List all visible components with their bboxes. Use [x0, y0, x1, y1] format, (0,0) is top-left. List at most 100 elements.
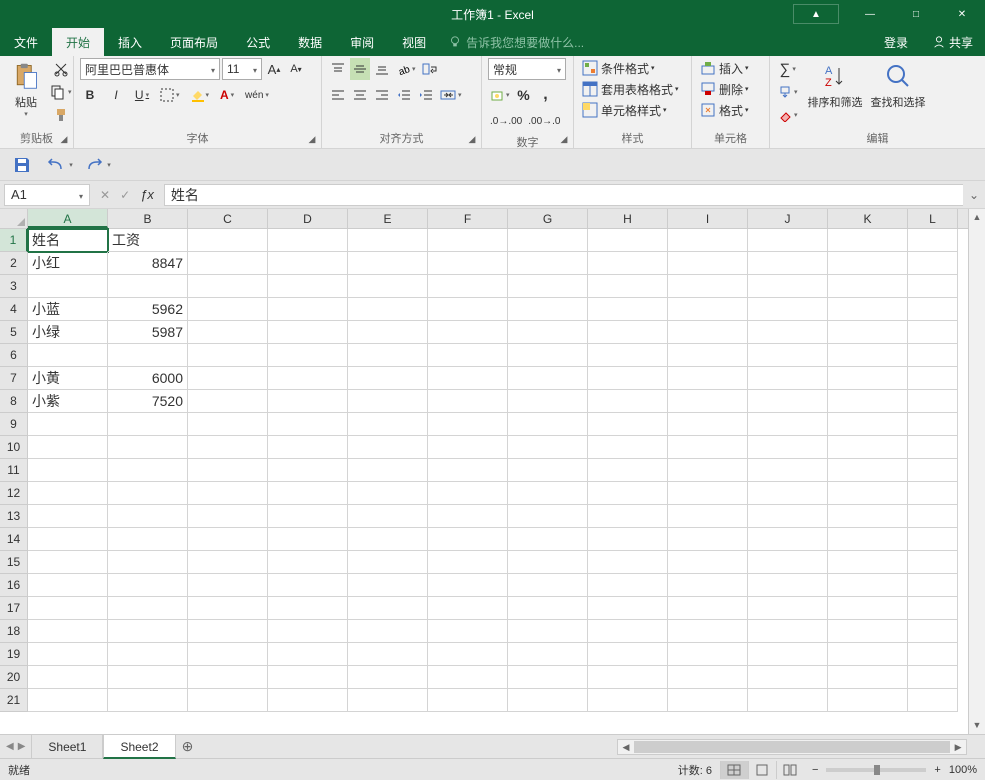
cell-J6[interactable] [748, 344, 828, 367]
sheet-tab-1[interactable]: Sheet1 [31, 735, 103, 759]
cell-A8[interactable]: 小紫 [28, 390, 108, 413]
cell-C3[interactable] [188, 275, 268, 298]
col-header-H[interactable]: H [588, 209, 668, 228]
cell-H5[interactable] [588, 321, 668, 344]
cell-J2[interactable] [748, 252, 828, 275]
cell-I12[interactable] [668, 482, 748, 505]
cell-I19[interactable] [668, 643, 748, 666]
cell-I2[interactable] [668, 252, 748, 275]
cell-F21[interactable] [428, 689, 508, 712]
shrink-font-button[interactable]: A▾ [286, 58, 306, 80]
cell-H3[interactable] [588, 275, 668, 298]
cell-L20[interactable] [908, 666, 958, 689]
percent-button[interactable]: % [514, 84, 534, 106]
cell-K9[interactable] [828, 413, 908, 436]
col-header-D[interactable]: D [268, 209, 348, 228]
cell-A19[interactable] [28, 643, 108, 666]
cell-K13[interactable] [828, 505, 908, 528]
cell-B21[interactable] [108, 689, 188, 712]
cell-L11[interactable] [908, 459, 958, 482]
align-top-button[interactable] [328, 58, 348, 80]
cell-E18[interactable] [348, 620, 428, 643]
cell-A21[interactable] [28, 689, 108, 712]
cell-E3[interactable] [348, 275, 428, 298]
cell-C21[interactable] [188, 689, 268, 712]
wrap-text-button[interactable] [420, 58, 440, 80]
cell-B6[interactable] [108, 344, 188, 367]
font-name-input[interactable]: 阿里巴巴普惠体 [80, 58, 220, 80]
align-bottom-button[interactable] [372, 58, 392, 80]
cell-J15[interactable] [748, 551, 828, 574]
cell-B5[interactable]: 5987 [108, 321, 188, 344]
row-header-3[interactable]: 3 [0, 275, 28, 298]
cell-C7[interactable] [188, 367, 268, 390]
cell-D1[interactable] [268, 229, 348, 252]
cell-H9[interactable] [588, 413, 668, 436]
cell-E10[interactable] [348, 436, 428, 459]
row-header-12[interactable]: 12 [0, 482, 28, 505]
cell-I1[interactable] [668, 229, 748, 252]
font-color-button[interactable]: A [217, 84, 237, 106]
ribbon-display-icon[interactable]: ▲ [793, 4, 839, 24]
fill-color-button[interactable] [188, 84, 212, 106]
row-header-21[interactable]: 21 [0, 689, 28, 712]
cell-D13[interactable] [268, 505, 348, 528]
cell-I5[interactable] [668, 321, 748, 344]
cell-C16[interactable] [188, 574, 268, 597]
col-header-A[interactable]: A [28, 209, 108, 228]
col-header-J[interactable]: J [748, 209, 828, 228]
cell-D15[interactable] [268, 551, 348, 574]
cell-J8[interactable] [748, 390, 828, 413]
cell-I17[interactable] [668, 597, 748, 620]
cell-K20[interactable] [828, 666, 908, 689]
cell-B9[interactable] [108, 413, 188, 436]
cancel-formula-icon[interactable]: ✕ [100, 188, 110, 202]
cell-G2[interactable] [508, 252, 588, 275]
view-page-break-button[interactable] [776, 761, 804, 779]
cell-L3[interactable] [908, 275, 958, 298]
merge-button[interactable] [438, 84, 464, 106]
align-left-button[interactable] [328, 84, 348, 106]
row-header-10[interactable]: 10 [0, 436, 28, 459]
tab-data[interactable]: 数据 [284, 28, 336, 56]
col-header-G[interactable]: G [508, 209, 588, 228]
cell-L7[interactable] [908, 367, 958, 390]
cell-L4[interactable] [908, 298, 958, 321]
cell-J7[interactable] [748, 367, 828, 390]
cell-A12[interactable] [28, 482, 108, 505]
cell-C1[interactable] [188, 229, 268, 252]
cell-H1[interactable] [588, 229, 668, 252]
cell-style-button[interactable]: 单元格样式▾ [580, 100, 669, 120]
cell-K6[interactable] [828, 344, 908, 367]
cell-L21[interactable] [908, 689, 958, 712]
cell-L2[interactable] [908, 252, 958, 275]
cell-A16[interactable] [28, 574, 108, 597]
cell-L18[interactable] [908, 620, 958, 643]
cell-F5[interactable] [428, 321, 508, 344]
name-box[interactable]: A1 [4, 184, 90, 206]
col-header-E[interactable]: E [348, 209, 428, 228]
cell-C11[interactable] [188, 459, 268, 482]
cell-L12[interactable] [908, 482, 958, 505]
cell-J12[interactable] [748, 482, 828, 505]
cell-F11[interactable] [428, 459, 508, 482]
cut-button[interactable] [48, 58, 74, 80]
format-cells-button[interactable]: 格式▾ [698, 100, 751, 120]
bold-button[interactable]: B [80, 84, 100, 106]
cell-G14[interactable] [508, 528, 588, 551]
col-header-L[interactable]: L [908, 209, 958, 228]
cell-A11[interactable] [28, 459, 108, 482]
cell-J21[interactable] [748, 689, 828, 712]
cell-C15[interactable] [188, 551, 268, 574]
cell-C14[interactable] [188, 528, 268, 551]
cell-A7[interactable]: 小黄 [28, 367, 108, 390]
cell-H8[interactable] [588, 390, 668, 413]
format-painter-button[interactable] [48, 104, 74, 126]
cell-G18[interactable] [508, 620, 588, 643]
row-header-15[interactable]: 15 [0, 551, 28, 574]
cell-F18[interactable] [428, 620, 508, 643]
cell-K16[interactable] [828, 574, 908, 597]
paste-button[interactable]: 粘贴 ▾ [6, 58, 46, 120]
cell-D9[interactable] [268, 413, 348, 436]
cell-B19[interactable] [108, 643, 188, 666]
